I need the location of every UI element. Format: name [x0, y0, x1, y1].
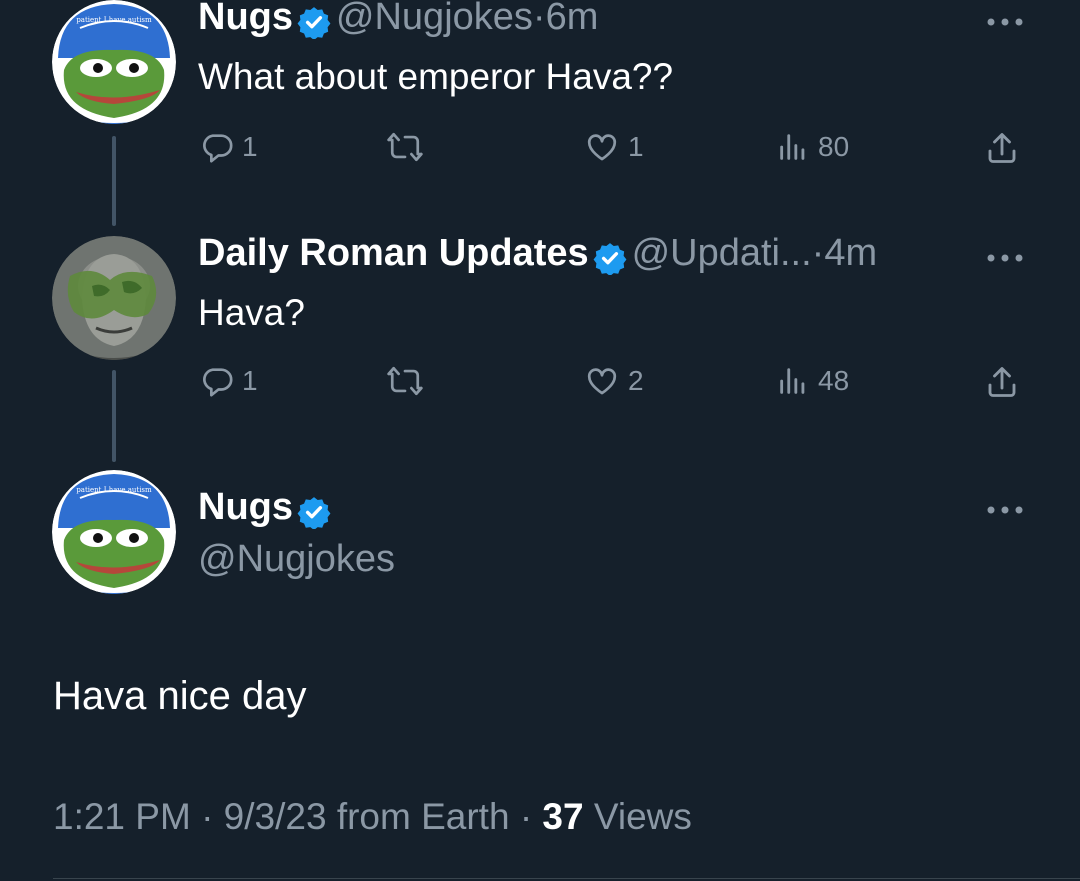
avatar-caption: patient I have autism	[76, 16, 152, 24]
author-handle[interactable]: @Updati...	[632, 232, 812, 274]
like-count: 1	[628, 131, 644, 162]
more-icon[interactable]	[986, 250, 1024, 268]
main-tweet-header: Nugs	[198, 486, 331, 534]
tweet-time[interactable]: 6m	[546, 0, 599, 38]
retweet-button[interactable]	[386, 130, 424, 164]
reply-count: 1	[242, 365, 258, 396]
views-icon	[780, 368, 805, 394]
separator: ·	[532, 0, 546, 38]
view-count: 48	[818, 365, 850, 396]
verified-badge-icon	[297, 495, 331, 534]
timestamp[interactable]: 1:21 PM · 9/3/23 from Earth ·	[53, 796, 532, 837]
avatar[interactable]: patient I have autism	[52, 470, 176, 594]
author-name[interactable]: Nugs	[198, 0, 293, 38]
avatar[interactable]: patient I have autism	[52, 0, 176, 124]
share-button[interactable]	[984, 130, 1020, 166]
author-name[interactable]: Nugs	[198, 486, 293, 528]
retweet-button[interactable]	[386, 364, 424, 398]
like-button[interactable]: 2	[584, 364, 644, 398]
heart-icon	[587, 368, 617, 395]
thread-line	[112, 136, 116, 226]
retweet-icon	[387, 132, 423, 162]
tweet-meta: 1:21 PM · 9/3/23 from Earth · 37 Views	[53, 796, 692, 838]
views-button[interactable]: 80	[776, 130, 849, 164]
reply-button[interactable]: 1	[200, 130, 258, 164]
views-icon	[780, 134, 805, 160]
share-button[interactable]	[984, 364, 1020, 400]
author-handle[interactable]: @Nugjokes	[198, 538, 395, 581]
share-icon	[988, 133, 1016, 163]
tweet-header: Nugs @Nugjokes·6m	[198, 0, 598, 44]
verified-badge-icon	[297, 5, 331, 44]
avatar[interactable]	[52, 236, 176, 360]
retweet-icon	[387, 366, 423, 396]
heart-icon	[587, 134, 617, 161]
main-tweet-text: Hava nice day	[53, 674, 307, 718]
divider	[53, 878, 1080, 879]
avatar-caption: patient I have autism	[76, 486, 152, 494]
views-button[interactable]: 48	[776, 364, 849, 398]
thread-line	[112, 370, 116, 462]
reply-button[interactable]: 1	[200, 364, 258, 398]
views-label: Views	[593, 796, 692, 837]
author-name[interactable]: Daily Roman Updates	[198, 232, 589, 274]
views-count: 37	[542, 796, 584, 837]
reply-icon	[203, 368, 233, 397]
like-button[interactable]: 1	[584, 130, 644, 164]
author-handle[interactable]: @Nugjokes	[336, 0, 533, 38]
view-count: 80	[818, 131, 850, 162]
reply-icon	[203, 134, 233, 163]
tweet-time[interactable]: 4m	[824, 232, 877, 274]
like-count: 2	[628, 365, 644, 396]
more-icon[interactable]	[986, 14, 1024, 32]
tweet-text: Hava?	[198, 292, 305, 333]
verified-badge-icon	[593, 241, 627, 280]
tweet-header: Daily Roman Updates @Updati...·4m	[198, 232, 877, 280]
reply-count: 1	[242, 131, 258, 162]
separator: ·	[811, 232, 825, 274]
share-icon	[988, 367, 1016, 397]
more-icon[interactable]	[986, 502, 1024, 520]
tweet-text: What about emperor Hava??	[198, 56, 674, 97]
